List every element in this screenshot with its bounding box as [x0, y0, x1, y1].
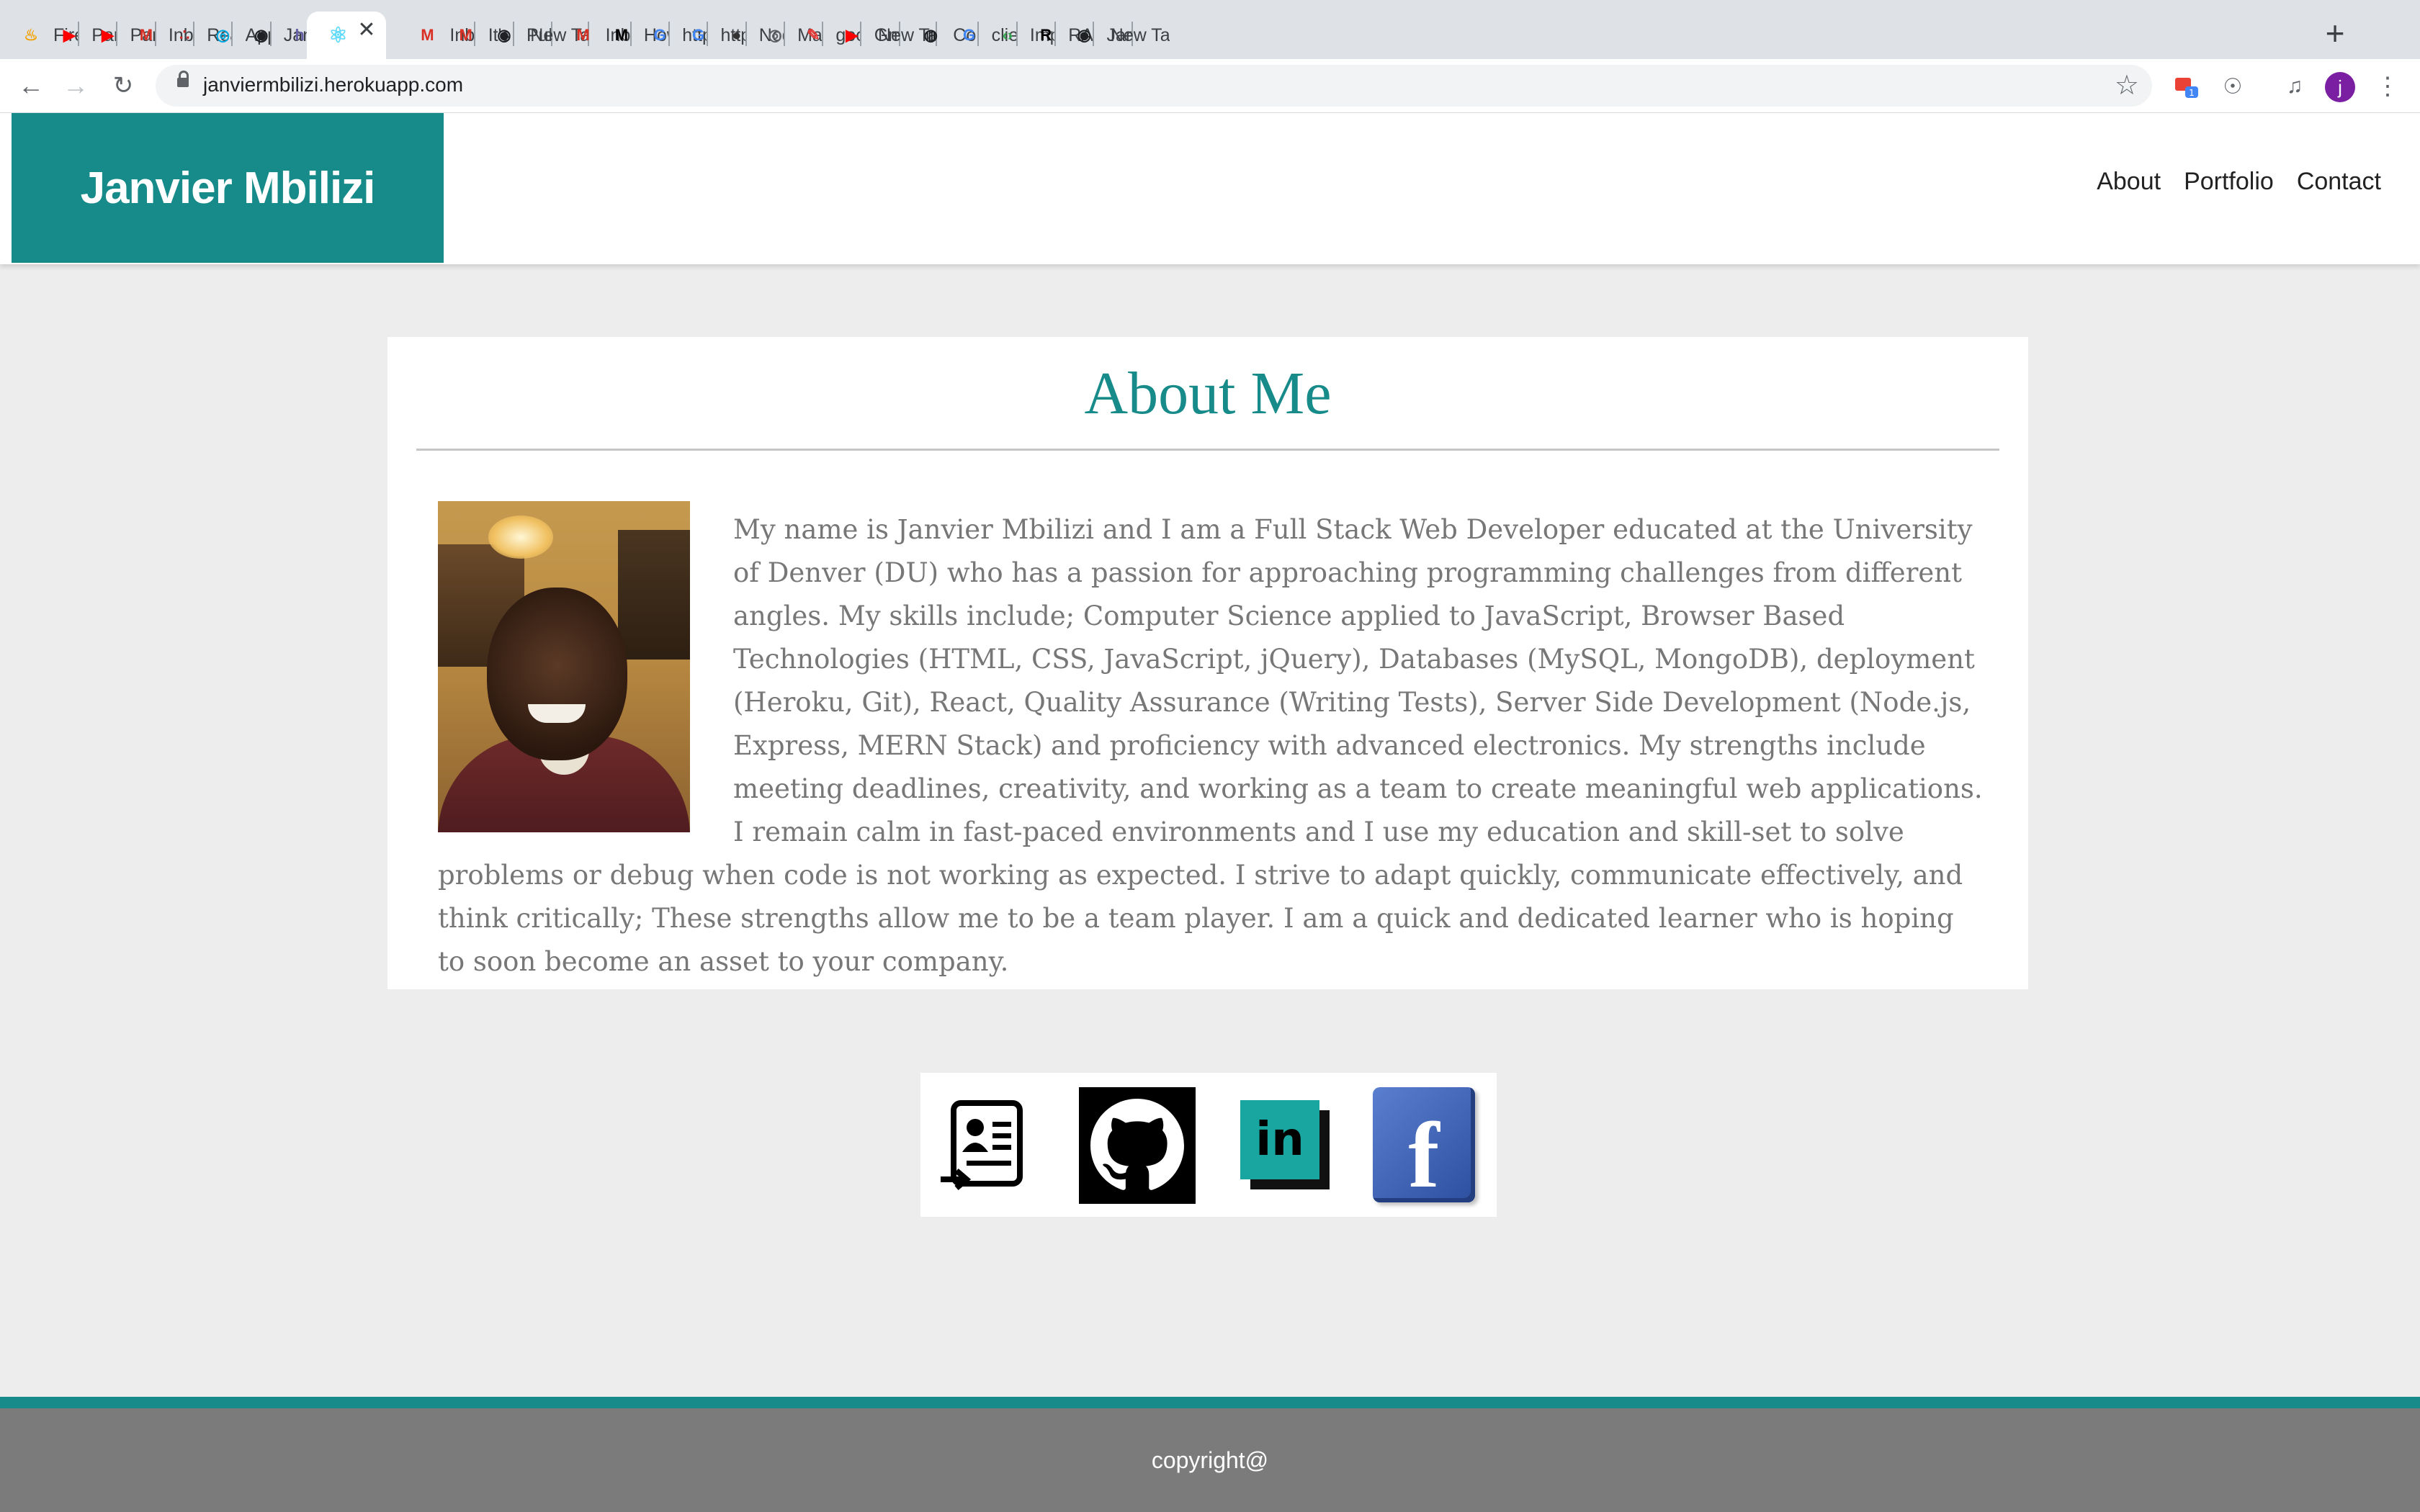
footer-accent-bar	[0, 1397, 2420, 1408]
social-links: in f	[920, 1073, 1497, 1217]
brand-name: Janvier Mbilizi	[80, 163, 376, 213]
github-icon[interactable]	[1079, 1087, 1196, 1204]
site-footer: copyright@	[0, 1408, 2420, 1512]
tab-title: New Tab	[1110, 24, 1170, 45]
url-text[interactable]: janviermbilizi.herokuapp.com	[203, 73, 463, 96]
linkedin-glyph: in	[1255, 1113, 1304, 1166]
site-nav: About Portfolio Contact	[2097, 168, 2381, 196]
new-tab-button[interactable]: +	[2313, 12, 2357, 55]
footer-copyright: copyright@	[1151, 1446, 1269, 1473]
profile-photo	[438, 501, 690, 832]
back-icon[interactable]: ←	[13, 68, 49, 104]
linkedin-icon[interactable]: in	[1240, 1100, 1319, 1179]
contact-card-icon[interactable]	[938, 1099, 1031, 1192]
reload-icon[interactable]: ↻	[105, 68, 141, 104]
about-card: About Me My name is Janvier Mbilizi and …	[387, 337, 2028, 989]
lock-icon	[177, 71, 189, 87]
react-icon: ⚛	[328, 23, 348, 48]
title-divider	[416, 449, 1999, 451]
browser-toolbar: ← → ↻ janviermbilizi.herokuapp.com ☆ 1 ☉…	[0, 59, 2420, 113]
about-body: My name is Janvier Mbilizi and I am a Fu…	[438, 501, 1986, 984]
brand-block[interactable]: Janvier Mbilizi	[12, 113, 444, 263]
site-header: Janvier Mbilizi About Portfolio Contact	[0, 113, 2420, 264]
nav-link-portfolio[interactable]: Portfolio	[2184, 168, 2274, 196]
nav-link-about[interactable]: About	[2097, 168, 2161, 196]
close-tab-icon[interactable]: ✕	[357, 17, 375, 42]
media-control-icon[interactable]: ♫	[2280, 72, 2309, 101]
about-title: About Me	[1084, 360, 1332, 427]
forward-icon[interactable]: →	[58, 68, 94, 104]
nav-link-contact[interactable]: Contact	[2297, 168, 2381, 196]
facebook-icon[interactable]: f	[1373, 1087, 1475, 1207]
address-bar[interactable]: janviermbilizi.herokuapp.com ☆	[156, 65, 2152, 107]
browser-tab-strip: ♨Firebase▶Paris▶ParisMInbox∴React◎Apps◉J…	[0, 0, 2420, 59]
bookmark-star-icon[interactable]: ☆	[2115, 69, 2139, 102]
browser-tab-28[interactable]: New Tab	[1092, 12, 1170, 59]
extension-icon[interactable]: 1	[2172, 72, 2201, 101]
profile-avatar[interactable]: j	[2325, 72, 2355, 102]
menu-kebab-icon[interactable]: ⋮	[2375, 72, 2400, 101]
svg-text:1: 1	[2189, 88, 2195, 98]
facebook-glyph: f	[1408, 1104, 1440, 1207]
extension-2-icon[interactable]: ☉	[2218, 72, 2247, 101]
